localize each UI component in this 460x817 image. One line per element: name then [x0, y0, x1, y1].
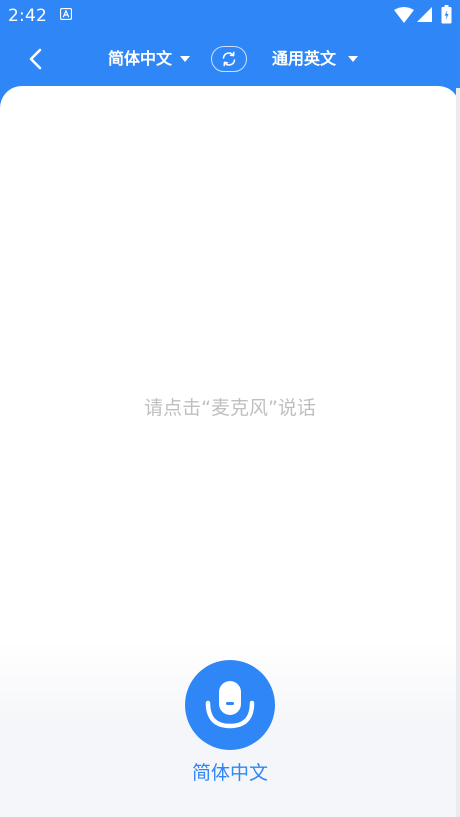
chevron-left-icon: [29, 48, 42, 70]
speak-hint: 请点击“麦克风”说话: [144, 397, 316, 419]
source-language-label: 简体中文: [108, 49, 173, 68]
microphone-language-label: 简体中文: [191, 762, 268, 784]
back-button[interactable]: [22, 44, 52, 74]
caret-down-icon: [180, 56, 191, 62]
wifi-icon: [394, 7, 414, 23]
microphone-button[interactable]: [185, 660, 275, 750]
swap-languages-button[interactable]: [211, 46, 247, 72]
caret-down-icon: [348, 56, 359, 62]
a-letter-icon: [60, 8, 72, 20]
main-card: 请点击“麦克风”说话 简体中文: [0, 86, 460, 817]
swap-icon: [222, 51, 236, 67]
battery-icon: [441, 5, 452, 24]
target-language-label: 通用英文: [272, 49, 337, 68]
title-bar: 简体中文 通用英文: [0, 36, 460, 84]
status-time: 2:42: [8, 6, 47, 26]
microphone-icon: [205, 681, 255, 729]
source-language-select[interactable]: 简体中文: [108, 46, 191, 72]
translator-screen: 2:42 简体中文 通用英文 请点击“麦克风”说话 简体中文: [0, 0, 460, 817]
target-language-select[interactable]: 通用英文: [272, 46, 359, 72]
status-bar: 2:42: [0, 0, 460, 32]
scroll-edge: [456, 88, 460, 817]
signal-icon: [417, 7, 432, 22]
